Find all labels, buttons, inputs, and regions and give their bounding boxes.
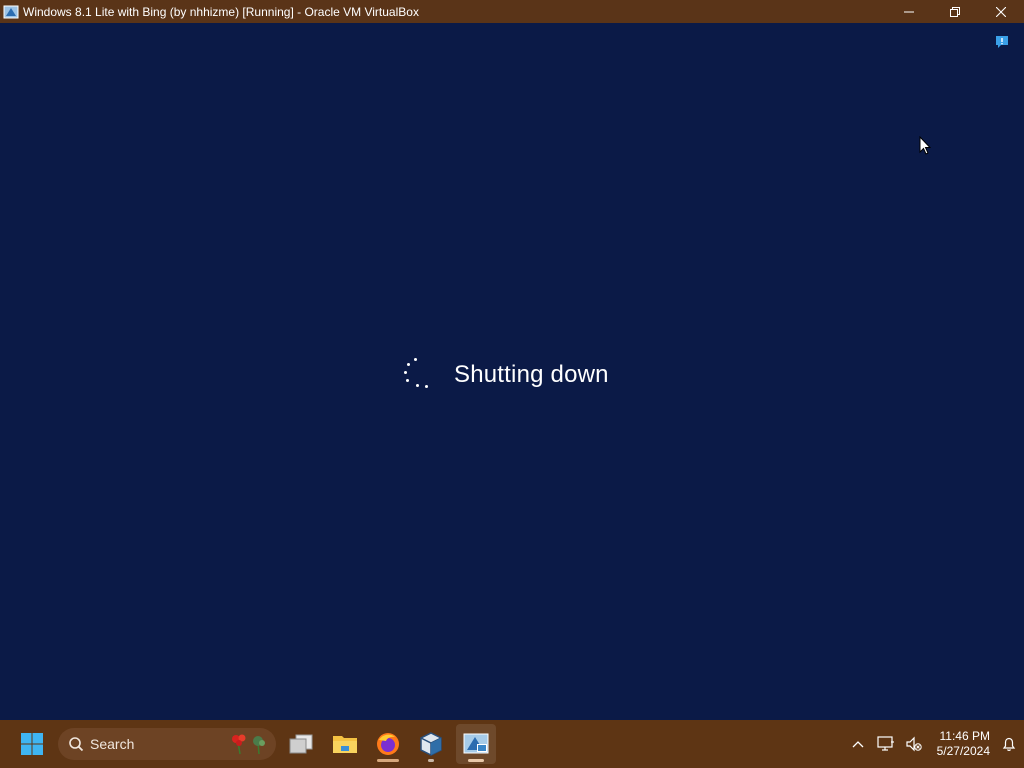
search-icon (68, 736, 84, 752)
virtualbox-cube-icon (420, 732, 442, 756)
clock-time: 11:46 PM (939, 729, 990, 743)
bell-icon (1002, 737, 1016, 751)
notifications-button[interactable] (994, 724, 1024, 764)
search-highlight-flowers-icon[interactable] (228, 732, 272, 756)
taskbar: Search 11:46 PM 5/27/2024 (0, 720, 1024, 768)
close-icon (996, 6, 1006, 17)
running-indicator (428, 759, 434, 762)
firefox-icon (377, 733, 399, 755)
clock-date: 5/27/2024 (936, 744, 990, 758)
folder-icon (333, 736, 357, 753)
file-explorer-button[interactable] (325, 724, 365, 764)
show-hidden-icons-button[interactable] (844, 724, 872, 764)
clock[interactable]: 11:46 PM 5/27/2024 (928, 729, 994, 759)
close-button[interactable] (978, 0, 1024, 23)
volume-muted-icon (906, 736, 922, 752)
virtualbox-vm-button[interactable] (456, 724, 496, 764)
minimize-button[interactable] (886, 0, 932, 23)
task-view-button[interactable] (281, 724, 321, 764)
task-view-icon (289, 734, 313, 754)
volume-button[interactable] (900, 724, 928, 764)
windows-start-icon (21, 733, 43, 755)
network-icon (877, 736, 894, 751)
virtualbox-vm-window-icon (463, 733, 489, 754)
window-title: Windows 8.1 Lite with Bing (by nhhizme) … (23, 4, 419, 19)
virtualbox-app-icon[interactable] (3, 4, 19, 20)
shutdown-status: Shutting down (400, 356, 609, 394)
taskbar-search-box[interactable]: Search (58, 728, 276, 760)
active-indicator (468, 759, 484, 762)
running-indicator (377, 759, 399, 762)
action-center-notification-icon[interactable] (995, 35, 1009, 49)
firefox-button[interactable] (368, 724, 408, 764)
restore-button[interactable] (932, 0, 978, 23)
minimize-icon (904, 11, 914, 12)
search-placeholder: Search (90, 736, 135, 752)
loading-spinner-icon (400, 357, 432, 393)
start-button[interactable] (12, 724, 52, 764)
vm-display[interactable]: Shutting down (0, 23, 1024, 720)
chevron-up-icon (852, 741, 864, 748)
system-tray: 11:46 PM 5/27/2024 (844, 720, 1024, 768)
shutdown-message: Shutting down (454, 361, 609, 388)
window-titlebar[interactable]: Windows 8.1 Lite with Bing (by nhhizme) … (0, 0, 1024, 23)
virtualbox-manager-button[interactable] (411, 724, 451, 764)
mouse-pointer-icon (919, 136, 931, 155)
restore-icon (950, 6, 960, 17)
network-button[interactable] (872, 724, 900, 764)
